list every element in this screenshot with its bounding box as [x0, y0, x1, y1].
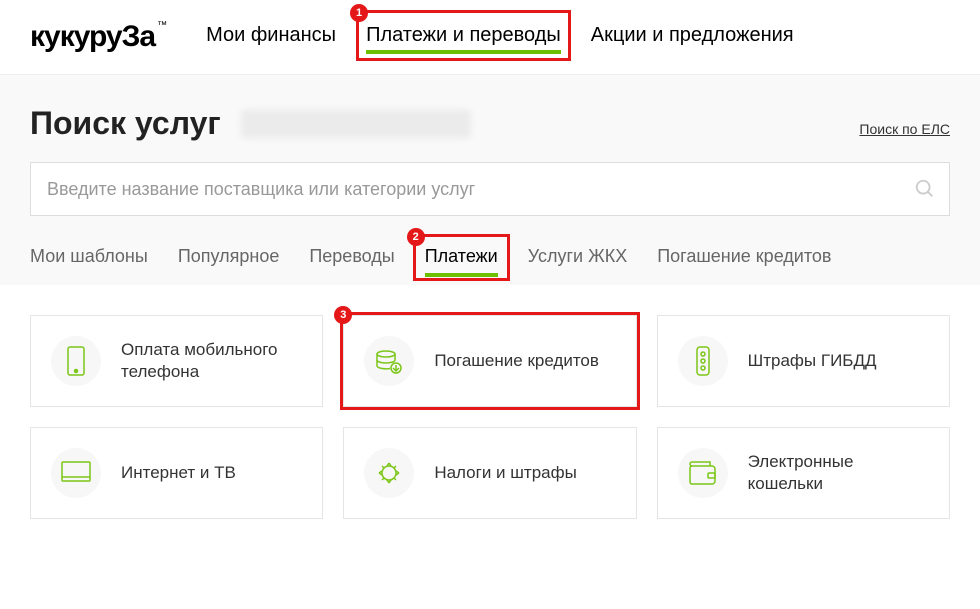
card-mobile-payment[interactable]: Оплата мобильного телефона — [30, 315, 323, 407]
page-title: Поиск услуг — [30, 105, 221, 142]
content-area: Оплата мобильного телефона Погашение кре… — [0, 285, 980, 549]
tab-credit-repay[interactable]: Погашение кредитов — [657, 246, 831, 275]
monitor-icon — [51, 448, 101, 498]
tab-transfers[interactable]: Переводы — [309, 246, 394, 275]
annotation-badge-2: 2 — [407, 228, 425, 246]
els-search-link[interactable]: Поиск по ЕЛС — [859, 121, 950, 137]
search-header: Поиск услуг Поиск по ЕЛС — [30, 105, 950, 142]
card-label: Штрафы ГИБДД — [748, 350, 877, 372]
search-input[interactable] — [30, 162, 950, 216]
emblem-icon — [364, 448, 414, 498]
card-ewallets[interactable]: Электронные кошельки — [657, 427, 950, 519]
card-internet-tv[interactable]: Интернет и ТВ — [30, 427, 323, 519]
redacted-area — [241, 110, 471, 138]
card-label: Электронные кошельки — [748, 451, 929, 495]
card-fines[interactable]: Штрафы ГИБДД — [657, 315, 950, 407]
nav-finances[interactable]: Мои финансы — [206, 24, 336, 51]
card-taxes[interactable]: Налоги и штрафы — [343, 427, 636, 519]
nav-payments[interactable]: Платежи и переводы — [366, 24, 561, 54]
nav-offers[interactable]: Акции и предложения — [591, 24, 794, 51]
logo-text: кукуруЗа — [30, 20, 155, 53]
tab-payments[interactable]: Платежи — [425, 246, 498, 275]
wallet-icon — [678, 448, 728, 498]
category-tabs: Мои шаблоны Популярное Переводы Платежи … — [30, 246, 950, 275]
card-label: Налоги и штрафы — [434, 462, 576, 484]
traffic-light-icon — [678, 336, 728, 386]
phone-icon — [51, 336, 101, 386]
logo-tm: ™ — [157, 20, 166, 31]
main-nav: Мои финансы Платежи и переводы 1 Акции и… — [206, 24, 794, 51]
tab-utilities[interactable]: Услуги ЖКХ — [528, 246, 627, 275]
category-grid: Оплата мобильного телефона Погашение кре… — [30, 315, 950, 519]
tab-popular[interactable]: Популярное — [178, 246, 280, 275]
card-credit-repayment[interactable]: Погашение кредитов — [343, 315, 636, 407]
main-section: Поиск услуг Поиск по ЕЛС Мои шаблоны Поп… — [0, 74, 980, 285]
search-icon[interactable] — [914, 178, 936, 200]
search-box — [30, 162, 950, 216]
card-label: Оплата мобильного телефона — [121, 339, 302, 383]
coins-icon — [364, 336, 414, 386]
header: кукуруЗа™ Мои финансы Платежи и переводы… — [0, 0, 980, 74]
logo[interactable]: кукуруЗа™ — [30, 20, 166, 54]
card-label: Погашение кредитов — [434, 350, 599, 372]
card-label: Интернет и ТВ — [121, 462, 236, 484]
annotation-badge-1: 1 — [350, 4, 368, 22]
tab-templates[interactable]: Мои шаблоны — [30, 246, 148, 275]
